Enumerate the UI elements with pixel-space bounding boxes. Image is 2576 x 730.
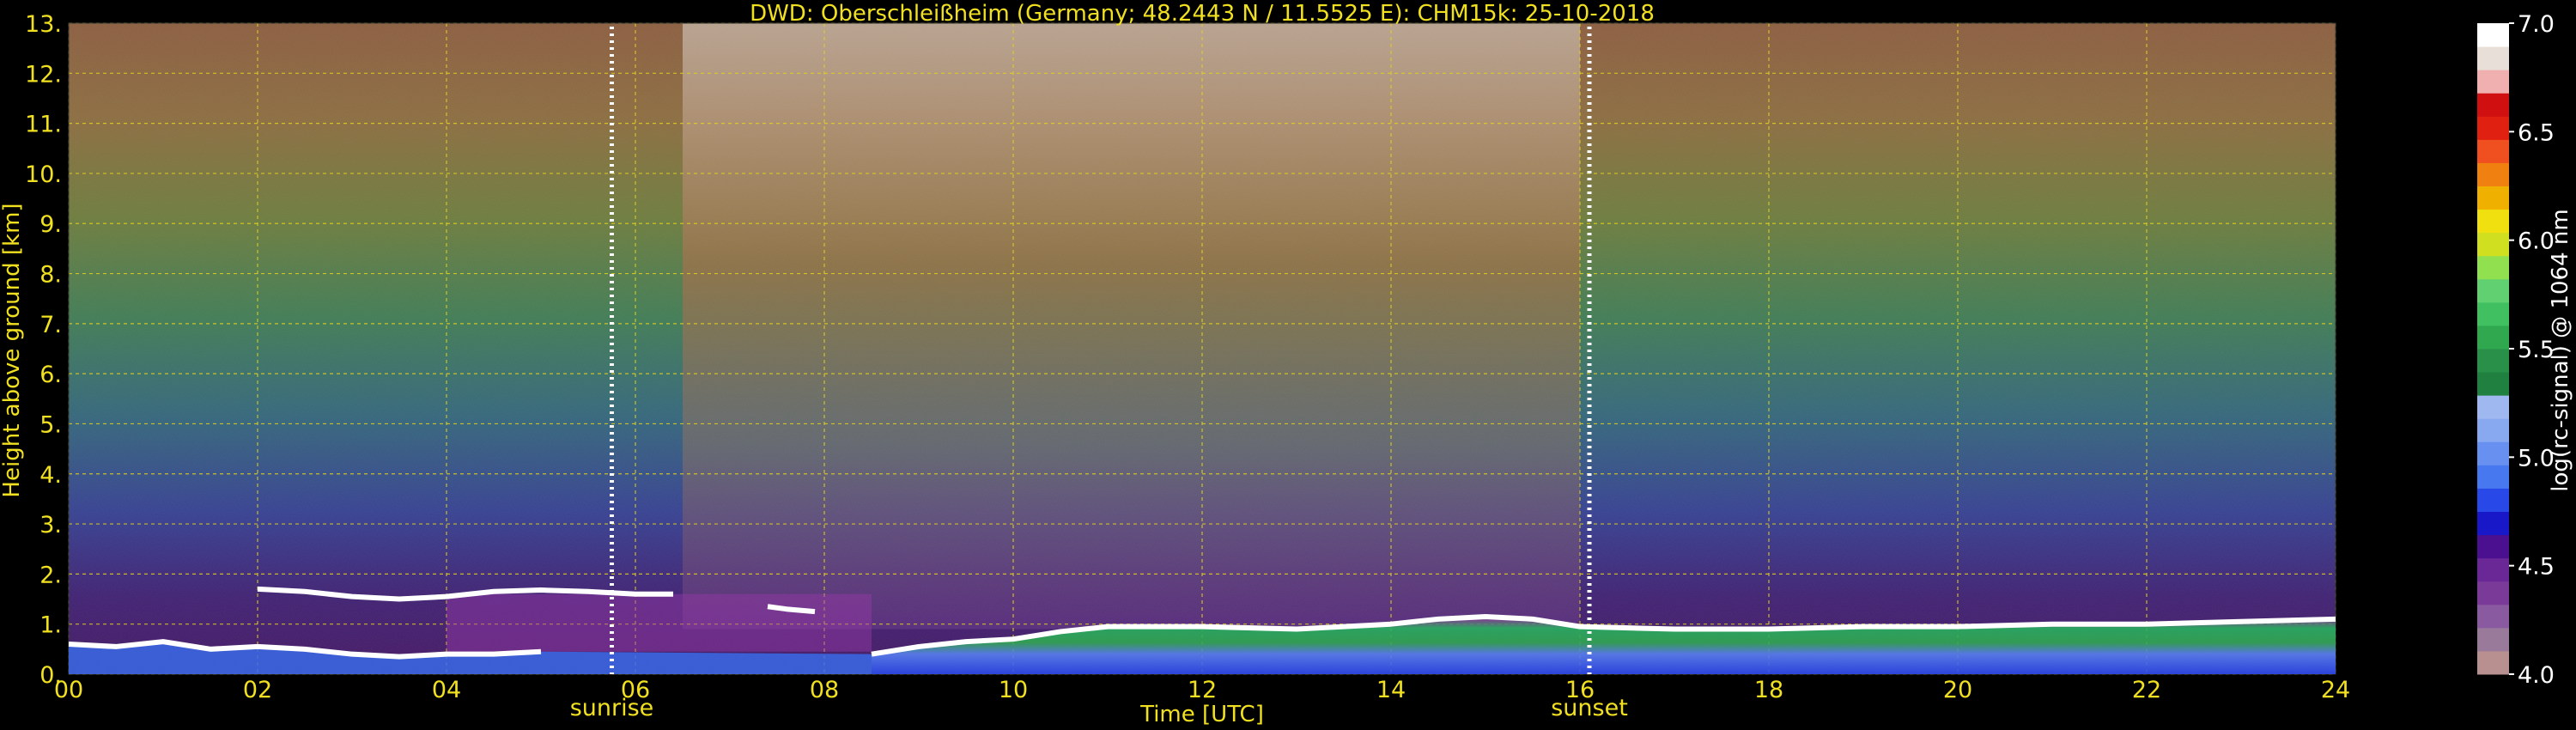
colorbar-swatch	[2477, 116, 2509, 140]
x-tick-label: 18	[1754, 677, 1783, 703]
x-tick-label: 22	[2132, 677, 2161, 703]
colorbar-tick-label: 5.5	[2518, 337, 2555, 363]
colorbar-swatch	[2477, 349, 2509, 373]
y-tick-label: 10.	[25, 161, 62, 188]
y-tick-label: 2.	[39, 562, 62, 588]
colorbar-swatch	[2477, 325, 2509, 350]
colorbar-swatch	[2477, 46, 2509, 70]
colorbar-swatch	[2477, 395, 2509, 419]
y-axis-label: Height above ground [km]	[0, 203, 25, 497]
residual-layer	[447, 593, 872, 652]
x-tick-label: 02	[243, 677, 272, 703]
colorbar-swatch	[2477, 278, 2509, 303]
colorbar-swatch	[2477, 372, 2509, 396]
y-tick-label: 6.	[39, 362, 62, 388]
colorbar-swatch	[2477, 534, 2509, 559]
x-tick-label: 08	[810, 677, 839, 703]
colorbar-swatch	[2477, 511, 2509, 536]
y-tick-label: 0.	[39, 662, 62, 689]
y-tick-label: 7.	[39, 312, 62, 338]
chart-title: DWD: Oberschleißheim (Germany; 48.2443 N…	[750, 1, 1655, 27]
y-tick-label: 4.	[39, 462, 62, 489]
y-tick-label: 11.	[25, 112, 62, 138]
x-tick-label: 10	[999, 677, 1028, 703]
y-tick-labels: 0. 1. 2. 3. 4. 5. 6. 7. 8. 9. 10. 11. 12. 13.	[25, 11, 62, 689]
colorbar-swatch	[2477, 70, 2509, 94]
colorbar-tick-label: 7.0	[2518, 11, 2555, 38]
colorbar-swatch	[2477, 418, 2509, 442]
colorbar-swatch	[2477, 162, 2509, 186]
y-tick-label: 8.	[39, 262, 62, 289]
colorbar-swatch	[2477, 139, 2509, 163]
colorbar-swatch	[2477, 441, 2509, 465]
y-tick-label: 1.	[39, 612, 62, 639]
colorbar-tick-label: 6.5	[2518, 119, 2555, 146]
colorbar-swatch	[2477, 627, 2509, 652]
y-tick-label: 13.	[25, 11, 62, 38]
colorbar-swatch	[2477, 23, 2509, 47]
colorbar-swatch	[2477, 557, 2509, 582]
annotation-label-sunset: sunset	[1551, 695, 1628, 721]
x-tick-labels: 00 02 04 06 08 10 12 14 16 18 20 22 24	[54, 677, 2350, 703]
plot-area	[68, 22, 2336, 675]
colorbar-swatch	[2477, 255, 2509, 280]
colorbar-tick-label: 4.0	[2518, 662, 2555, 689]
colorbar-swatch	[2477, 650, 2509, 675]
colorbar-tick-label: 5.0	[2518, 445, 2555, 471]
colorbar-swatch	[2477, 301, 2509, 326]
colorbar-swatch	[2477, 93, 2509, 117]
colorbar-swatch	[2477, 209, 2509, 234]
y-tick-label: 9.	[39, 211, 62, 238]
colorbar-swatch	[2477, 488, 2509, 512]
y-tick-label: 3.	[39, 512, 62, 538]
colorbar-tick-label: 6.0	[2518, 228, 2555, 255]
colorbar: 4.0 4.5 5.0 5.5 6.0 6.5 7.0	[2477, 11, 2555, 689]
x-tick-label: 14	[1376, 677, 1406, 703]
x-tick-label: 04	[432, 677, 461, 703]
x-tick-label: 24	[2321, 677, 2350, 703]
ceilometer-chart: DWD: Oberschleißheim (Germany; 48.2443 N…	[0, 1, 2573, 727]
y-tick-label: 12.	[25, 61, 62, 88]
colorbar-swatch	[2477, 465, 2509, 489]
x-tick-label: 20	[1943, 677, 1972, 703]
annotation-label-sunrise: sunrise	[570, 695, 654, 721]
colorbar-swatch	[2477, 604, 2509, 629]
colorbar-swatch	[2477, 186, 2509, 210]
x-axis-label: Time [UTC]	[1139, 702, 1264, 727]
colorbar-tick-label: 4.5	[2518, 554, 2555, 581]
colorbar-swatch	[2477, 581, 2509, 605]
colorbar-swatch	[2477, 232, 2509, 257]
x-tick-label: 12	[1188, 677, 1217, 703]
y-tick-label: 5.	[39, 411, 62, 438]
